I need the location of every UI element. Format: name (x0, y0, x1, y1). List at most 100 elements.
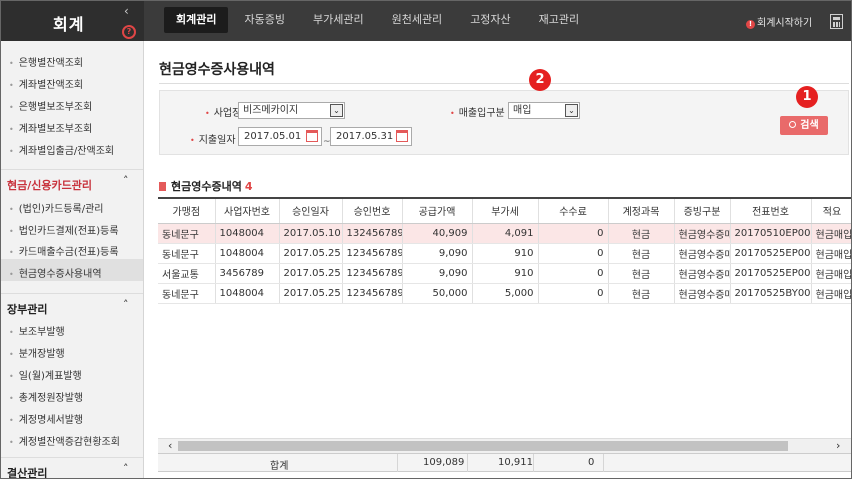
cell-biz-no: 3456789 (215, 263, 280, 284)
callout-badge-1: 1 (796, 86, 818, 108)
list-count: 4 (244, 180, 253, 193)
scroll-right-icon[interactable]: › (836, 439, 840, 453)
start-accounting-link[interactable]: ! 회계시작하기 (746, 14, 812, 29)
cell-approval-date: 2017.05.25 (279, 263, 343, 284)
column-header[interactable]: 적요 (811, 199, 851, 224)
search-icon (789, 121, 797, 128)
divider (159, 83, 849, 84)
column-header[interactable]: 사업자번호 (215, 199, 280, 224)
chevron-down-icon[interactable]: ⌄ (330, 104, 343, 117)
column-header[interactable]: 부가세 (472, 199, 539, 224)
help-circle-icon[interactable]: ? (122, 25, 136, 39)
calendar-icon[interactable] (396, 130, 408, 142)
chevron-up-icon[interactable]: ˄ (123, 174, 129, 187)
chevron-left-icon[interactable]: ‹ (124, 4, 129, 18)
sidebar-item-journal[interactable]: 분개장발행 (9, 345, 65, 360)
tab-auto-evidence[interactable]: 자동증빙 (232, 7, 296, 33)
sidebar-section-books[interactable]: 장부관리 ˄ (1, 293, 143, 319)
search-button-label: 검색 (800, 120, 819, 131)
cell-fee: 0 (538, 283, 609, 304)
scrollbar-thumb[interactable] (178, 441, 788, 451)
main-nav: 회계관리 자동증빙 부가세관리 원천세관리 고정자산 재고관리 (164, 7, 595, 33)
cell-account: 현금 (608, 263, 675, 284)
sidebar-item-balance-change[interactable]: 계정별잔액증감현황조회 (9, 433, 120, 448)
sidebar-item-account-balance[interactable]: 계좌별잔액조회 (9, 76, 83, 91)
bullet-icon (159, 182, 166, 191)
date-from-input[interactable]: 2017.05.01 (238, 127, 322, 146)
tab-accounting[interactable]: 회계관리 (164, 7, 229, 33)
column-header[interactable]: 승인번호 (342, 199, 403, 224)
table-row[interactable]: 동네문구 1048004 2017.05.25 123456789 9,090 … (158, 243, 851, 264)
column-header[interactable]: 공급가액 (402, 199, 473, 224)
tab-vat[interactable]: 부가세관리 (301, 7, 376, 33)
sidebar-section-title: 현금/신용카드관리 (7, 179, 92, 192)
search-panel: • 사업장 비즈메카이지 ⌄ • 매출입구분 매입 ⌄ • 지출일자 2017.05.… (159, 90, 849, 155)
table-row[interactable]: 동네문구 1048004 2017.05.25 123456789 50,000… (158, 283, 851, 304)
divider (467, 454, 468, 472)
sidebar-section-cash-card[interactable]: 현금/신용카드관리 ˄ (1, 169, 143, 195)
business-label: • 사업장 (205, 108, 242, 119)
column-header[interactable]: 가맹점 (158, 199, 216, 224)
tab-withholding[interactable]: 원천세관리 (380, 7, 455, 33)
cell-biz-no: 1048004 (215, 283, 280, 304)
app-window: 회계 ‹ ? 회계관리 자동증빙 부가세관리 원천세관리 고정자산 재고관리 !… (0, 0, 852, 479)
sidebar-item-sub-ledger[interactable]: 보조부발행 (9, 323, 65, 338)
cell-voucher-no: 20170525EP00006 (730, 243, 812, 264)
horizontal-scrollbar[interactable]: ‹ › (158, 438, 851, 453)
sidebar-item-daily-summary[interactable]: 일(월)계표발행 (9, 367, 82, 382)
cell-vat: 910 (472, 263, 539, 284)
tab-fixed-assets[interactable]: 고정자산 (458, 7, 522, 33)
chevron-up-icon[interactable]: ˄ (123, 462, 129, 475)
cell-approval-no: 123456789 (342, 283, 403, 304)
chevron-down-icon[interactable]: ⌄ (565, 104, 578, 117)
cell-supply: 50,000 (402, 283, 473, 304)
type-label: • 매출입구분 (450, 108, 505, 119)
sidebar-item-account-transactions[interactable]: 계좌별입출금/잔액조회 (9, 142, 114, 157)
sidebar-item-card-payment[interactable]: 법인카드결제(전표)등록 (9, 222, 119, 237)
date-to-input[interactable]: 2017.05.31 (330, 127, 412, 146)
cell-supply: 9,090 (402, 243, 473, 264)
calculator-icon[interactable] (830, 14, 843, 29)
business-select[interactable]: 비즈메카이지 ⌄ (238, 102, 345, 119)
table-row[interactable]: 서울교통 3456789 2017.05.25 123456789 9,090 … (158, 263, 851, 284)
cell-voucher-no: 20170525EP00005 (730, 263, 812, 284)
scroll-left-icon[interactable]: ‹ (168, 439, 172, 453)
column-header[interactable]: 전표번호 (730, 199, 812, 224)
chevron-up-icon[interactable]: ˄ (123, 298, 129, 311)
cell-vat: 5,000 (472, 283, 539, 304)
sidebar-item-bank-ledger[interactable]: 은행별보조부조회 (9, 98, 93, 113)
cell-biz-no: 1048004 (215, 243, 280, 264)
list-title: 현금영수증내역 4 (159, 178, 253, 194)
column-header[interactable]: 승인일자 (279, 199, 343, 224)
total-label: 합계 (270, 461, 289, 472)
cell-merchant: 동네문구 (158, 283, 216, 304)
date-from-value: 2017.05.01 (244, 131, 302, 142)
sidebar-item-card-register[interactable]: (법인)카드등록/관리 (9, 200, 104, 215)
start-accounting-label: 회계시작하기 (757, 18, 813, 29)
sidebar-section-closing[interactable]: 결산관리 ˄ (1, 457, 143, 478)
cell-evidence: 현금영수증매입 (674, 263, 731, 284)
table-row[interactable]: 동네문구 1048004 2017.05.10 132456789 40,909… (158, 223, 851, 244)
column-header[interactable]: 증빙구분 (674, 199, 731, 224)
sidebar-item-card-sales[interactable]: 카드매출수금(전표)등록 (9, 243, 119, 258)
type-value: 매입 (513, 105, 532, 116)
type-select[interactable]: 매입 ⌄ (508, 102, 580, 119)
cell-evidence: 현금영수증매입 (674, 283, 731, 304)
cell-approval-no: 123456789 (342, 243, 403, 264)
search-button[interactable]: 검색 (780, 116, 828, 135)
divider (397, 454, 398, 472)
calendar-icon[interactable] (306, 130, 318, 142)
sidebar-item-bank-balance[interactable]: 은행별잔액조회 (9, 54, 83, 69)
sidebar-item-general-ledger[interactable]: 총계정원장발행 (9, 389, 83, 404)
cell-memo: 현금매입 (811, 223, 851, 244)
business-value: 비즈메카이지 (243, 105, 299, 116)
tab-inventory[interactable]: 재고관리 (527, 7, 591, 33)
cell-account: 현금 (608, 283, 675, 304)
cell-evidence: 현금영수증매입 (674, 243, 731, 264)
sidebar-item-account-statement[interactable]: 계정명세서발행 (9, 411, 83, 426)
sidebar-item-account-ledger[interactable]: 계좌별보조부조회 (9, 120, 93, 135)
column-header[interactable]: 수수료 (538, 199, 609, 224)
column-header[interactable]: 계정과목 (608, 199, 675, 224)
cell-vat: 910 (472, 243, 539, 264)
sidebar-item-cash-receipt[interactable]: 현금영수증사용내역 (9, 265, 102, 280)
